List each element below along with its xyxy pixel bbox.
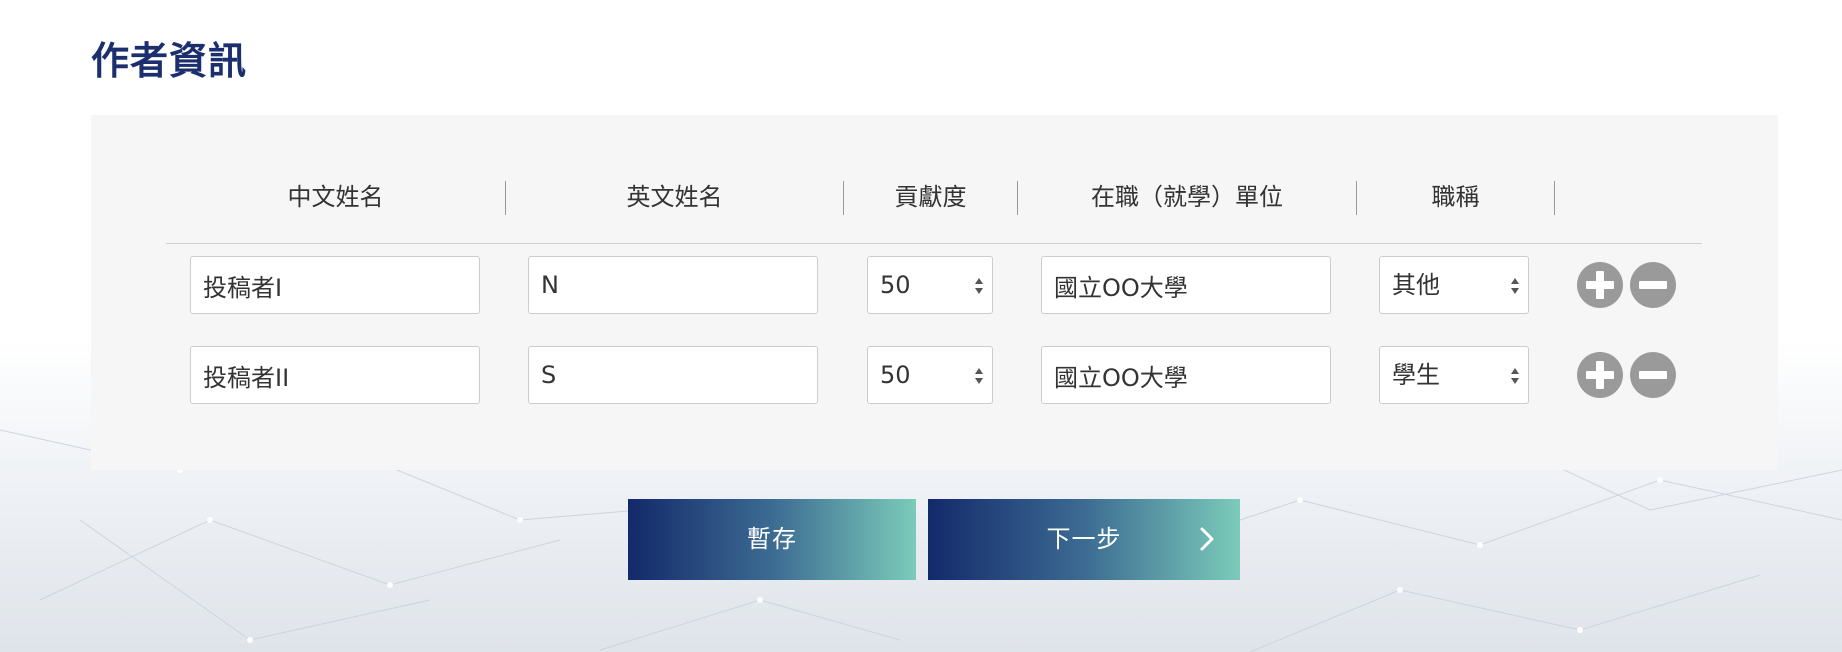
author-table-panel: 中文姓名 英文姓名 貢獻度 在職（就學）單位 職稱 50 其他 [91, 115, 1778, 470]
contribution-select[interactable]: 50 [867, 256, 993, 314]
next-step-button[interactable]: 下一步 [928, 499, 1240, 580]
up-down-arrows-icon [1511, 278, 1519, 294]
english-name-input[interactable] [528, 346, 818, 404]
remove-author-button[interactable] [1630, 352, 1676, 398]
chinese-name-input[interactable] [190, 346, 480, 404]
job-title-select[interactable]: 學生 [1379, 346, 1529, 404]
header-contribution: 貢獻度 [894, 183, 967, 211]
up-down-arrows-icon [975, 278, 983, 294]
english-name-input[interactable] [528, 256, 818, 314]
affiliation-input[interactable] [1041, 256, 1331, 314]
add-author-button[interactable] [1577, 352, 1623, 398]
header-job-title: 職稱 [1431, 183, 1480, 211]
chinese-name-input[interactable] [190, 256, 480, 314]
save-draft-button[interactable]: 暫存 [628, 499, 916, 580]
header-english-name: 英文姓名 [626, 183, 723, 211]
contribution-select[interactable]: 50 [867, 346, 993, 404]
header-affiliation: 在職（就學）單位 [1091, 183, 1283, 211]
author-row-1: 50 其他 [91, 256, 1778, 316]
save-draft-label: 暫存 [747, 525, 797, 553]
contribution-select-value: 50 [880, 271, 911, 299]
up-down-arrows-icon [975, 368, 983, 384]
contribution-select-value: 50 [880, 361, 911, 389]
author-row-2: 50 學生 [91, 346, 1778, 406]
job-title-select[interactable]: 其他 [1379, 256, 1529, 314]
job-title-select-value: 學生 [1392, 361, 1440, 389]
page-title: 作者資訊 [91, 39, 248, 83]
job-title-select-value: 其他 [1392, 271, 1440, 299]
table-header: 中文姓名 英文姓名 貢獻度 在職（就學）單位 職稱 [166, 177, 1702, 217]
next-step-label: 下一步 [1046, 525, 1122, 553]
add-author-button[interactable] [1577, 262, 1623, 308]
up-down-arrows-icon [1511, 368, 1519, 384]
header-chinese-name: 中文姓名 [287, 183, 384, 211]
header-separator [1554, 181, 1555, 215]
affiliation-input[interactable] [1041, 346, 1331, 404]
chevron-right-icon [1200, 527, 1214, 551]
remove-author-button[interactable] [1630, 262, 1676, 308]
header-divider [166, 243, 1702, 244]
